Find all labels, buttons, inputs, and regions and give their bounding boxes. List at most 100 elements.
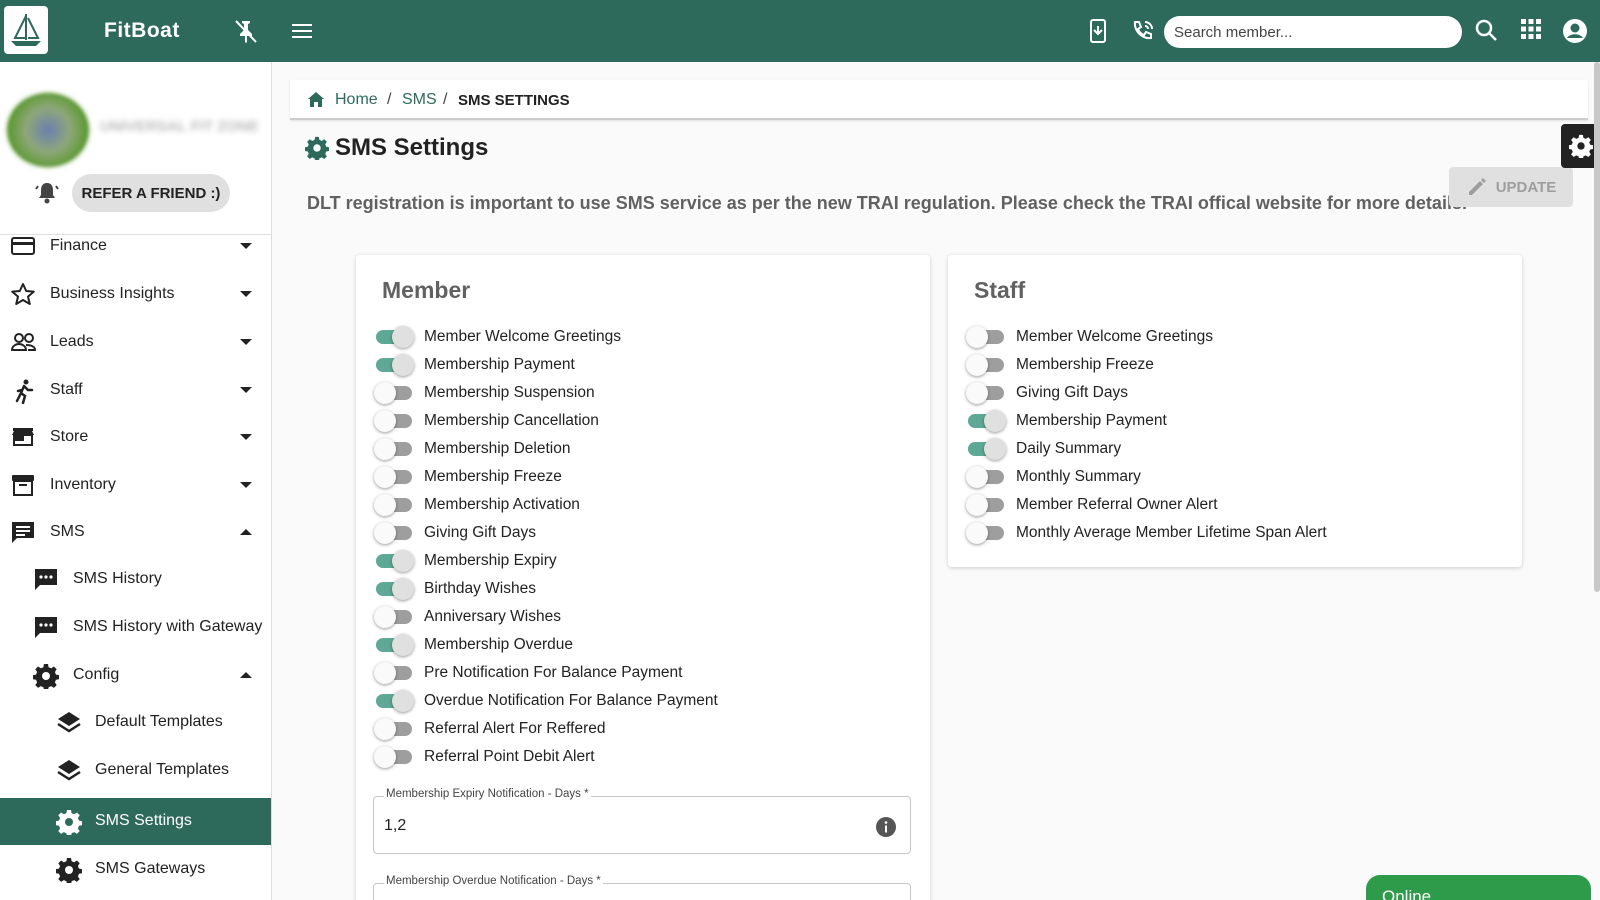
toggle-switch[interactable] [374,633,414,657]
breadcrumb-sms-link[interactable]: SMS [402,91,437,109]
page-scrollbar[interactable] [1594,62,1600,592]
toggle-row[interactable]: Membership Cancellation [374,409,599,433]
update-button[interactable]: UPDATE [1449,167,1573,207]
field-label: Membership Overdue Notification - Days * [384,875,603,887]
toggle-row[interactable]: Membership Deletion [374,437,570,461]
toggle-switch[interactable] [966,521,1006,545]
toggle-row[interactable]: Member Referral Owner Alert [966,493,1218,517]
toggle-switch[interactable] [374,353,414,377]
toggle-switch[interactable] [966,437,1006,461]
toggle-knob [374,522,396,544]
toggle-switch[interactable] [966,465,1006,489]
toggle-row[interactable]: Monthly Summary [966,465,1141,489]
toggle-row[interactable]: Overdue Notification For Balance Payment [374,689,718,713]
toggle-switch[interactable] [966,353,1006,377]
toggle-row[interactable]: Referral Alert For Reffered [374,717,605,741]
toggle-switch[interactable] [374,605,414,629]
sidebar-item-business-insights[interactable]: Business Insights [0,271,271,318]
sidebar-item-default-templates[interactable]: Default Templates [0,699,271,746]
toggle-row[interactable]: Birthday Wishes [374,577,536,601]
toggle-row[interactable]: Referral Point Debit Alert [374,745,595,769]
sidebar-item-general-templates[interactable]: General Templates [0,747,271,794]
toggle-switch[interactable] [374,549,414,573]
toggle-knob [392,634,414,656]
chat-icon [33,615,59,644]
sidebar-item-label: Leads [50,333,94,350]
membership-expiry-days-input[interactable] [384,817,854,835]
toggle-switch[interactable] [374,465,414,489]
toggle-row[interactable]: Pre Notification For Balance Payment [374,661,682,685]
toggle-row[interactable]: Giving Gift Days [966,381,1128,405]
app-logo[interactable] [4,6,48,54]
toggle-row[interactable]: Membership Freeze [374,465,562,489]
gear-icon [55,809,83,840]
toggle-label: Membership Expiry [424,552,557,569]
search-icon[interactable] [1474,18,1498,47]
toggle-row[interactable]: Member Welcome Greetings [966,325,1213,349]
toggle-row[interactable]: Member Welcome Greetings [374,325,621,349]
notification-bell-icon[interactable] [34,180,60,211]
membership-overdue-days-field[interactable]: Membership Overdue Notification - Days * [373,875,911,900]
sidebar-item-sms-history[interactable]: SMS History [0,556,271,603]
sidebar-item-sms-settings[interactable]: SMS Settings [0,798,271,845]
sidebar-item-sms-gateways[interactable]: SMS Gateways [0,846,271,893]
toggle-row[interactable]: Membership Suspension [374,381,595,405]
toggle-row[interactable]: Anniversary Wishes [374,605,561,629]
toggle-row[interactable]: Monthly Average Member Lifetime Span Ale… [966,521,1327,545]
menu-toggle-icon[interactable] [290,20,314,47]
unpin-icon[interactable] [234,18,258,49]
account-circle-icon[interactable] [1562,18,1588,49]
toggle-switch[interactable] [374,437,414,461]
sidebar-item-leads[interactable]: Leads [0,319,271,366]
org-name: UNIVERSAL FIT ZONE [100,118,259,135]
layers-icon [56,710,82,741]
toggle-switch[interactable] [374,493,414,517]
sidebar-item-staff[interactable]: Staff [0,367,271,414]
toggle-switch[interactable] [374,661,414,685]
toggle-knob [984,438,1006,460]
refer-a-friend-button[interactable]: REFER A FRIEND :) [72,174,230,212]
toggle-switch[interactable] [966,493,1006,517]
home-icon[interactable] [306,90,326,115]
toggle-row[interactable]: Membership Payment [374,353,575,377]
toggle-label: Member Welcome Greetings [1016,328,1213,345]
member-search-input[interactable] [1164,16,1462,48]
toggle-switch[interactable] [966,409,1006,433]
sidebar-item-config[interactable]: Config [0,652,271,699]
toggle-switch[interactable] [374,745,414,769]
toggle-row[interactable]: Daily Summary [966,437,1121,461]
toggle-switch[interactable] [374,717,414,741]
sidebar-item-store[interactable]: Store [0,414,271,461]
membership-expiry-days-field[interactable]: Membership Expiry Notification - Days * [373,788,911,854]
info-icon[interactable] [876,817,896,842]
archive-icon [10,473,36,502]
toggle-row[interactable]: Giving Gift Days [374,521,536,545]
sidebar-item-finance[interactable]: Finance [0,223,271,270]
toggle-switch[interactable] [966,381,1006,405]
org-avatar[interactable] [4,90,92,170]
toggle-switch[interactable] [374,325,414,349]
toggle-switch[interactable] [374,577,414,601]
sidebar-item-inventory[interactable]: Inventory [0,462,271,509]
chevron-down-icon [240,339,252,345]
toggle-switch[interactable] [374,521,414,545]
sidebar-item-sms[interactable]: SMS [0,509,271,556]
toggle-row[interactable]: Membership Overdue [374,633,573,657]
online-status-badge[interactable]: Online [1366,875,1591,900]
toggle-row[interactable]: Membership Expiry [374,549,557,573]
breadcrumb-home-link[interactable]: Home [335,91,378,109]
phone-call-icon[interactable] [1130,18,1156,49]
sidebar-item-sms-history-gateway[interactable]: SMS History with Gateway [0,604,271,651]
gear-icon [55,857,83,888]
toggle-row[interactable]: Membership Freeze [966,353,1154,377]
toggle-row[interactable]: Membership Payment [966,409,1167,433]
toggle-knob [392,550,414,572]
app-download-icon[interactable] [1088,18,1108,49]
member-card-title: Member [382,277,471,303]
toggle-switch[interactable] [374,689,414,713]
toggle-switch[interactable] [374,409,414,433]
toggle-switch[interactable] [966,325,1006,349]
apps-grid-icon[interactable] [1520,18,1542,45]
toggle-row[interactable]: Membership Activation [374,493,580,517]
toggle-switch[interactable] [374,381,414,405]
